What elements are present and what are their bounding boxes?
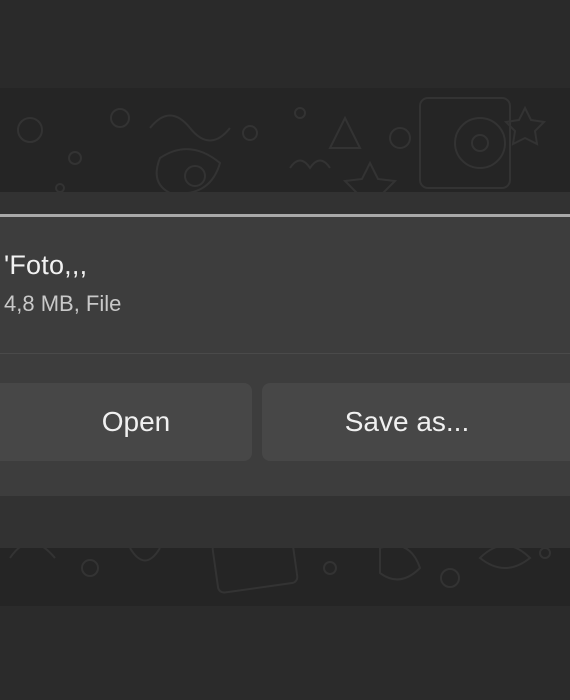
save-as-button[interactable]: Save as... [262,383,570,461]
file-attachment-card: 'Foto,,, 4,8 MB, File Open Save as... [0,214,570,496]
chat-window: 'Foto,,, 4,8 MB, File Open Save as... [0,0,570,700]
file-size-type: 4,8 MB, File [4,291,122,316]
chat-header-area [0,0,570,90]
divider [0,353,570,354]
file-name: 'Foto,,, [4,250,88,280]
chat-footer-area [0,606,570,700]
open-button-label: Open [101,406,171,437]
save-as-button-label: Save as... [344,406,470,437]
open-button[interactable]: Open [0,383,252,461]
